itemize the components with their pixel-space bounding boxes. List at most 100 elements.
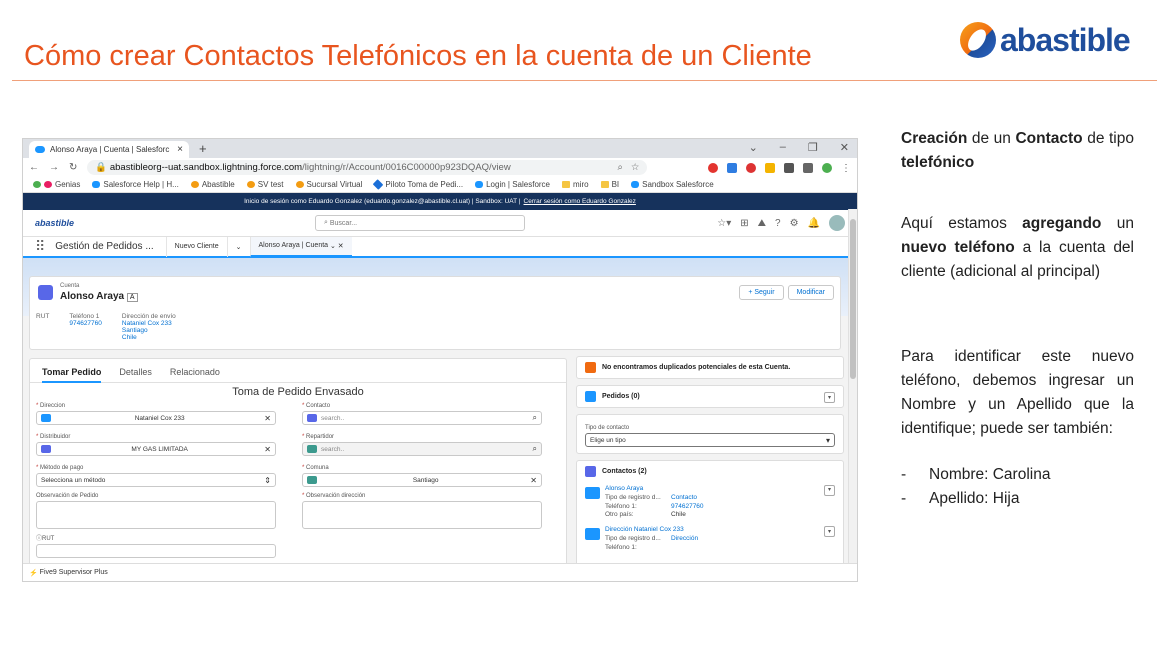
bookmark-folder[interactable]: BI bbox=[600, 180, 619, 189]
contact-menu-icon[interactable]: ▾ bbox=[824, 485, 835, 496]
sidepanel-icon[interactable] bbox=[803, 162, 813, 173]
metodo-pago-select[interactable]: Selecciona un método ⇕ bbox=[36, 473, 276, 487]
highlights-fields: RUT Teléfono 1 974627760 Dirección de env… bbox=[36, 313, 176, 341]
nav-dropdown-chevron-icon[interactable]: ⌄ bbox=[226, 236, 250, 257]
bookmark-item[interactable]: Piloto Toma de Pedi... bbox=[373, 179, 463, 190]
observacion-pedido-field: Observación de Pedido bbox=[36, 493, 276, 529]
clear-icon[interactable]: ✕ bbox=[530, 476, 537, 485]
bookmark-item[interactable]: SV test bbox=[246, 180, 284, 189]
bookmark-item[interactable]: Genias bbox=[33, 180, 80, 189]
browser-screenshot: Alonso Araya | Cuenta | Salesforc × + ⌄ … bbox=[22, 138, 858, 582]
contact-name-link[interactable]: Alonso Araya bbox=[605, 485, 835, 494]
tab-tomar-pedido[interactable]: Tomar Pedido bbox=[42, 367, 102, 383]
translate-icon[interactable] bbox=[727, 162, 737, 173]
scrollbar-thumb[interactable] bbox=[850, 219, 856, 379]
puzzle-icon[interactable] bbox=[784, 162, 794, 173]
repartidor-lookup[interactable]: search.. ⌕ bbox=[302, 442, 542, 456]
observacion-direccion-textarea[interactable] bbox=[302, 501, 542, 529]
restore-icon[interactable]: ❐ bbox=[808, 141, 818, 154]
rut-label: RUT bbox=[36, 313, 50, 320]
comuna-input[interactable]: Santiago ✕ bbox=[302, 473, 542, 487]
contactos-title[interactable]: Contactos (2) bbox=[602, 468, 647, 475]
direccion-value: Nataniel Cox 233 bbox=[134, 414, 185, 422]
distribuidor-input[interactable]: MY GAS LIMITADA ✕ bbox=[36, 442, 276, 456]
contact-field-value[interactable]: 974627760 bbox=[671, 503, 704, 512]
tipo-contacto-select[interactable]: Elige un tipo ▾ bbox=[585, 433, 835, 447]
five9-utility-item[interactable]: Five9 Supervisor Plus bbox=[40, 569, 108, 576]
address-line-1[interactable]: Nataniel Cox 233 bbox=[122, 320, 176, 327]
zoom-icon[interactable]: ⌕ bbox=[618, 162, 623, 173]
close-tab-icon[interactable]: × bbox=[177, 144, 183, 155]
address-bar-row: ← → ↻ 🔒 abastibleorg--uat.sandbox.lightn… bbox=[23, 158, 857, 177]
add-icon[interactable]: ⊞ bbox=[740, 218, 748, 229]
rut-input[interactable] bbox=[36, 544, 276, 558]
nav-tab-alonso-araya[interactable]: Alonso Araya | Cuenta ⌄ ✕ bbox=[249, 236, 352, 257]
new-tab-icon[interactable]: + bbox=[199, 141, 207, 156]
bookmark-item[interactable]: Sandbox Salesforce bbox=[631, 180, 714, 189]
repartidor-label: Repartidor bbox=[306, 434, 335, 440]
bookmark-star-icon[interactable]: ☆ bbox=[631, 162, 640, 173]
kebab-menu-icon[interactable]: ⋮ bbox=[841, 163, 851, 174]
minimize-icon[interactable]: – bbox=[780, 141, 786, 154]
tab-relacionado[interactable]: Relacionado bbox=[170, 367, 220, 382]
bookmark-item[interactable]: Abastible bbox=[190, 180, 235, 189]
back-icon[interactable]: ← bbox=[29, 162, 39, 173]
flame-logo-icon bbox=[960, 22, 996, 58]
bookmark-item[interactable]: Salesforce Help | H... bbox=[92, 180, 179, 189]
app-launcher-icon[interactable]: ⠿ bbox=[35, 238, 45, 255]
metodo-pago-label: Método de pago bbox=[40, 465, 84, 471]
setup-gear-icon[interactable]: ⚙ bbox=[790, 218, 799, 229]
browser-tab[interactable]: Alonso Araya | Cuenta | Salesforc × bbox=[29, 141, 189, 158]
url-input[interactable]: 🔒 abastibleorg--uat.sandbox.lightning.fo… bbox=[87, 160, 648, 175]
note-bold: Contacto bbox=[1015, 130, 1083, 147]
reload-icon[interactable]: ↻ bbox=[69, 162, 77, 173]
follow-button[interactable]: + Seguir bbox=[739, 285, 784, 300]
bookmark-item[interactable]: Login | Salesforce bbox=[475, 180, 550, 189]
contact-menu-icon[interactable]: ▾ bbox=[824, 526, 835, 538]
contact-field-value[interactable]: Dirección bbox=[671, 535, 698, 544]
metodo-pago-field: * Método de pago Selecciona un método ⇕ bbox=[36, 465, 276, 487]
global-search-input[interactable]: ⌕ Buscar... bbox=[315, 215, 525, 231]
chevron-down-icon[interactable]: ⌄ bbox=[749, 141, 758, 154]
comuna-label: Comuna bbox=[306, 465, 329, 471]
comuna-field: * Comuna Santiago ✕ bbox=[302, 465, 542, 487]
profile-avatar[interactable] bbox=[822, 162, 832, 173]
user-avatar[interactable] bbox=[829, 215, 845, 231]
page-scrollbar[interactable] bbox=[848, 209, 857, 581]
tab-detalles[interactable]: Detalles bbox=[119, 367, 152, 382]
close-window-icon[interactable]: ✕ bbox=[840, 141, 849, 154]
trailhead-icon[interactable]: ⛰ bbox=[758, 218, 766, 229]
contacto-lookup[interactable]: search.. ⌕ bbox=[302, 411, 542, 425]
distribuidor-field: * Distribuidor MY GAS LIMITADA ✕ bbox=[36, 434, 276, 456]
observacion-pedido-label: Observación de Pedido bbox=[36, 493, 99, 499]
forward-icon[interactable]: → bbox=[49, 162, 59, 173]
bookmark-item[interactable]: Sucursal Virtual bbox=[295, 180, 362, 189]
extension-icon[interactable] bbox=[765, 162, 775, 173]
address-line-3[interactable]: Chile bbox=[122, 334, 176, 341]
window-controls: ⌄ – ❐ ✕ bbox=[749, 141, 849, 154]
metodo-pago-value: Selecciona un método bbox=[41, 476, 106, 484]
clear-icon[interactable]: ✕ bbox=[264, 445, 271, 454]
pedidos-menu-icon[interactable]: ▾ bbox=[824, 392, 835, 403]
opera-icon[interactable] bbox=[708, 162, 718, 173]
url-path: /lightning/r/Account/0016C00000p923DQAQ/… bbox=[302, 162, 511, 173]
clear-icon[interactable]: ✕ bbox=[264, 414, 271, 423]
help-icon[interactable]: ? bbox=[775, 218, 781, 229]
notifications-bell-icon[interactable]: 🔔 bbox=[808, 218, 820, 229]
direccion-input[interactable]: Nataniel Cox 233 ✕ bbox=[36, 411, 276, 425]
bookmark-folder[interactable]: miro bbox=[562, 180, 589, 189]
pedidos-title[interactable]: Pedidos (0) bbox=[602, 393, 640, 400]
address-line-2[interactable]: Santiago bbox=[122, 327, 176, 334]
repartidor-placeholder: search.. bbox=[321, 445, 345, 453]
contact-name-link[interactable]: Dirección Nataniel Cox 233 bbox=[605, 526, 835, 535]
url-domain: abastibleorg--uat.sandbox.lightning.forc… bbox=[109, 162, 303, 173]
phone-value[interactable]: 974627760 bbox=[69, 320, 102, 327]
favorites-icon[interactable]: ☆▾ bbox=[717, 218, 731, 229]
logout-as-link[interactable]: Cerrar sesión como Eduardo Gonzalez bbox=[524, 198, 636, 205]
contact-field-value[interactable]: Contacto bbox=[671, 494, 697, 503]
nav-tab-nuevo-cliente[interactable]: Nuevo Cliente bbox=[165, 236, 227, 257]
edit-button[interactable]: Modificar bbox=[787, 285, 834, 300]
observacion-pedido-textarea[interactable] bbox=[36, 501, 276, 529]
adblock-icon[interactable] bbox=[746, 162, 756, 173]
hierarchy-icon[interactable]: A bbox=[126, 293, 138, 302]
